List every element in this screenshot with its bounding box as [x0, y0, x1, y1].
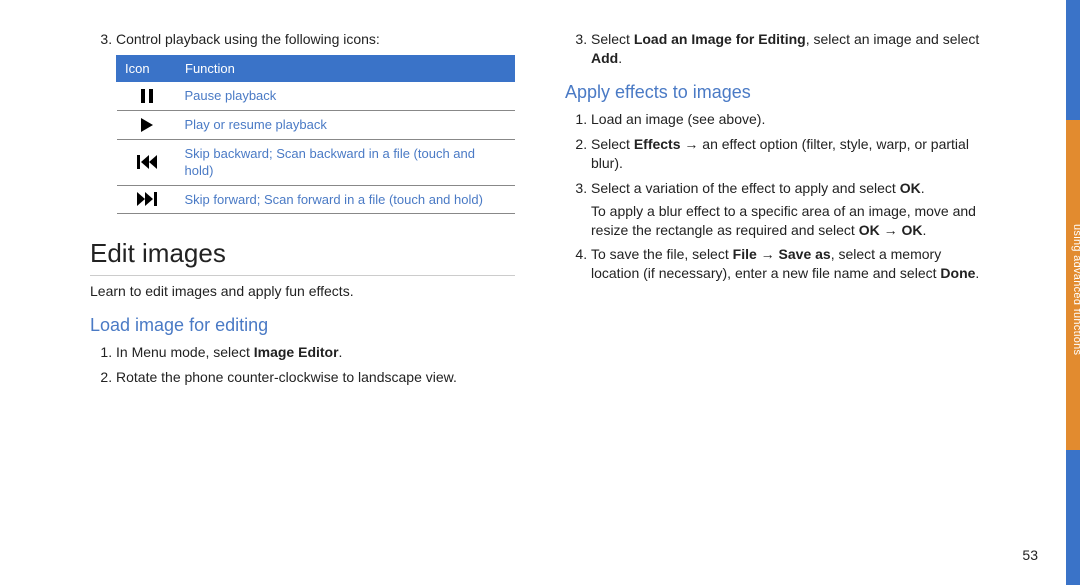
table-row: Play or resume playback — [117, 110, 515, 139]
page-number: 53 — [1022, 546, 1038, 565]
play-icon — [117, 110, 177, 139]
edit-images-intro: Learn to edit images and apply fun effec… — [90, 282, 515, 301]
effects-label: Effects — [634, 136, 681, 152]
skip-forward-icon — [117, 185, 177, 214]
pause-icon — [117, 82, 177, 111]
add-label: Add — [591, 50, 618, 66]
playback-step-3: Control playback using the following ico… — [116, 30, 515, 214]
pause-label: Pause playback — [177, 82, 515, 111]
load-image-steps: In Menu mode, select Image Editor. Rotat… — [90, 343, 515, 387]
load-step-1: In Menu mode, select Image Editor. — [116, 343, 515, 362]
play-label: Play or resume playback — [177, 110, 515, 139]
done-label: Done — [940, 265, 975, 281]
save-as-label: Save as — [779, 246, 831, 262]
effects-step-4: To save the file, select File → Save as,… — [591, 245, 990, 283]
table-header-row: Icon Function — [117, 55, 515, 82]
file-label: File — [733, 246, 757, 262]
apply-effects-steps: Load an image (see above). Select Effect… — [565, 110, 990, 283]
ok-label: OK — [900, 180, 921, 196]
heading-edit-images: Edit images — [90, 236, 515, 276]
header-function: Function — [177, 55, 515, 82]
table-row: Skip backward; Scan backward in a file (… — [117, 139, 515, 185]
icon-function-table: Icon Function Pause playback Play or r — [116, 55, 515, 214]
left-column: Control playback using the following ico… — [90, 30, 515, 393]
blur-note: To apply a blur effect to a specific are… — [591, 202, 990, 240]
load-step-2: Rotate the phone counter-clockwise to la… — [116, 368, 515, 387]
load-step-3: Select Load an Image for Editing, select… — [591, 30, 990, 68]
header-icon: Icon — [117, 55, 177, 82]
sidebar-section-label: using advanced functions — [1062, 165, 1080, 415]
skip-forward-label: Skip forward; Scan forward in a file (to… — [177, 185, 515, 214]
skip-back-label: Skip backward; Scan backward in a file (… — [177, 139, 515, 185]
load-image-steps-cont: Select Load an Image for Editing, select… — [565, 30, 990, 68]
table-row: Skip forward; Scan forward in a file (to… — [117, 185, 515, 214]
effects-step-1: Load an image (see above). — [591, 110, 990, 129]
effects-step-2: Select Effects → an effect option (filte… — [591, 135, 990, 173]
effects-step-3: Select a variation of the effect to appl… — [591, 179, 990, 240]
table-row: Pause playback — [117, 82, 515, 111]
right-column: Select Load an Image for Editing, select… — [565, 30, 990, 393]
heading-load-image: Load image for editing — [90, 313, 515, 337]
image-editor-label: Image Editor — [254, 344, 339, 360]
heading-apply-effects: Apply effects to images — [565, 80, 990, 104]
playback-step-3-text: Control playback using the following ico… — [116, 31, 380, 47]
load-an-image-label: Load an Image for Editing — [634, 31, 806, 47]
skip-back-icon — [117, 139, 177, 185]
playback-steps: Control playback using the following ico… — [90, 30, 515, 214]
page-content: Control playback using the following ico… — [0, 0, 1080, 413]
